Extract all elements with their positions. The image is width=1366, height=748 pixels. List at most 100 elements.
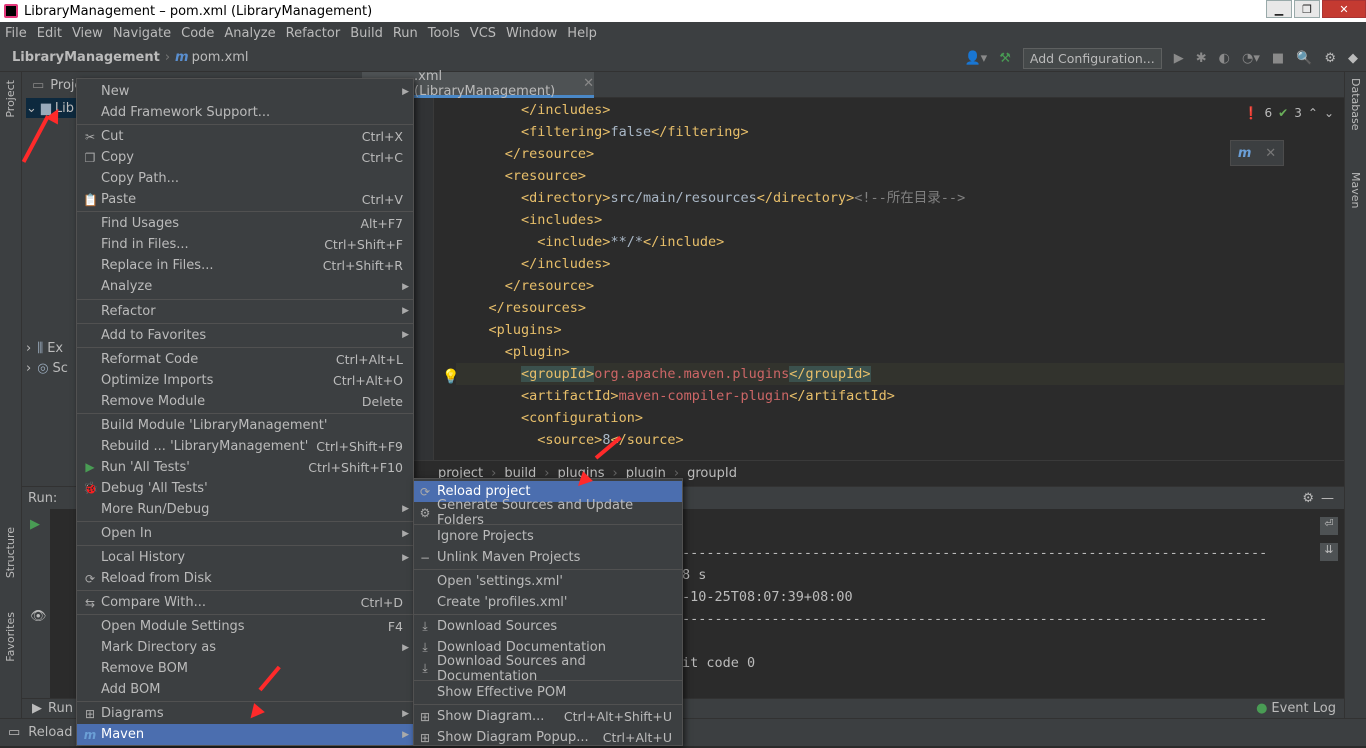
- menu-separator: [414, 704, 682, 705]
- tab-maven[interactable]: Maven: [1349, 172, 1362, 208]
- sub-download-sources-and-documentation[interactable]: ⤓ Download Sources and Documentation: [414, 654, 682, 684]
- menu-refactor[interactable]: Refactor: [281, 26, 346, 41]
- maven-reload-icon[interactable]: m: [1238, 146, 1252, 161]
- maximize-button[interactable]: ❐: [1294, 0, 1320, 18]
- coverage-icon[interactable]: ◐: [1219, 51, 1230, 66]
- sub-show-diagram[interactable]: ⊞ Show Diagram... Ctrl+Alt+Shift+U: [414, 706, 682, 727]
- menu-view[interactable]: View: [67, 26, 108, 41]
- close-button[interactable]: ✕: [1322, 0, 1366, 18]
- ctx-find-usages[interactable]: Find Usages Alt+F7: [77, 213, 413, 234]
- ctx-mark-directory-as[interactable]: Mark Directory as ▶: [77, 637, 413, 658]
- tab-project[interactable]: Project: [4, 80, 17, 118]
- build-hammer-icon[interactable]: ⚒: [999, 51, 1011, 66]
- debug-icon[interactable]: ✱: [1196, 51, 1207, 66]
- menu-run[interactable]: Run: [388, 26, 423, 41]
- ctx-remove-module[interactable]: Remove Module Delete: [77, 391, 413, 412]
- ctx-copy[interactable]: ❐ Copy Ctrl+C: [77, 147, 413, 168]
- menu-help[interactable]: Help: [562, 26, 602, 41]
- minimize-button[interactable]: ▁: [1266, 0, 1292, 18]
- tab-database[interactable]: Database: [1349, 78, 1362, 131]
- tab-structure[interactable]: Structure: [4, 527, 17, 578]
- menu-tools[interactable]: Tools: [423, 26, 465, 41]
- menu-item-label: Reload from Disk: [101, 571, 212, 587]
- sub-generate-sources-and-update-folders[interactable]: ⚙ Generate Sources and Update Folders: [414, 498, 682, 528]
- ctx-paste[interactable]: 📋 Paste Ctrl+V: [77, 189, 413, 210]
- ctx-rebuild-librarymanagement[interactable]: Rebuild ... 'LibraryManagement' Ctrl+Shif…: [77, 436, 413, 457]
- sub-ignore-projects[interactable]: Ignore Projects: [414, 526, 682, 547]
- ctx-add-framework-support[interactable]: Add Framework Support...: [77, 102, 413, 123]
- close-icon[interactable]: ✕: [1265, 146, 1276, 161]
- menu-code[interactable]: Code: [176, 26, 219, 41]
- ctx-replace-in-files[interactable]: Replace in Files... Ctrl+Shift+R: [77, 255, 413, 276]
- ctx-open-module-settings[interactable]: Open Module Settings F4: [77, 616, 413, 637]
- menu-file[interactable]: File: [0, 26, 32, 41]
- ctx-add-to-favorites[interactable]: Add to Favorites ▶: [77, 325, 413, 346]
- menu-item-shortcut: Ctrl+Shift+F: [324, 237, 403, 253]
- sub-unlink-maven-projects[interactable]: − Unlink Maven Projects: [414, 547, 682, 568]
- ctx-maven[interactable]: m Maven ▶: [77, 724, 413, 746]
- ctx-local-history[interactable]: Local History ▶: [77, 547, 413, 568]
- sub-download-sources[interactable]: ⤓ Download Sources: [414, 616, 682, 637]
- menu-navigate[interactable]: Navigate: [108, 26, 176, 41]
- search-icon[interactable]: 🔍: [1296, 51, 1312, 66]
- soft-wrap-icon[interactable]: ⏎: [1320, 517, 1338, 535]
- ctx-compare-with[interactable]: ⇆ Compare With... Ctrl+D: [77, 592, 413, 613]
- user-icon[interactable]: 👤▾: [964, 51, 987, 66]
- tree-item-scratches[interactable]: › ◎ Sc: [26, 358, 68, 378]
- tree-item-external-libraries[interactable]: › ⫼ Ex: [26, 338, 63, 358]
- menu-item-shortcut: Delete: [361, 393, 403, 409]
- nav-project[interactable]: LibraryManagement: [12, 50, 160, 65]
- ctx-run-all-tests[interactable]: ▶ Run 'All Tests' Ctrl+Shift+F10: [77, 457, 413, 478]
- sub-show-diagram-popup[interactable]: ⊞ Show Diagram Popup... Ctrl+Alt+U: [414, 727, 682, 748]
- ctx-analyze[interactable]: Analyze ▶: [77, 276, 413, 297]
- add-configuration-button[interactable]: Add Configuration...: [1022, 47, 1162, 69]
- close-icon[interactable]: ✕: [583, 76, 594, 91]
- ctx-more-run-debug[interactable]: More Run/Debug ▶: [77, 499, 413, 520]
- ctx-cut[interactable]: ✂ Cut Ctrl+X: [77, 126, 413, 147]
- sub-show-effective-pom[interactable]: Show Effective POM: [414, 682, 682, 703]
- menu-item-label: Show Diagram Popup...: [437, 730, 589, 745]
- inspections-widget[interactable]: ❗ 6 ✔ 3 ⌃ ⌄: [1244, 106, 1334, 120]
- tab-event-log[interactable]: ● Event Log: [1256, 701, 1336, 716]
- rerun-icon[interactable]: ▶: [30, 517, 40, 532]
- submenu-arrow-icon: ▶: [402, 330, 409, 341]
- ctx-debug-all-tests[interactable]: 🐞 Debug 'All Tests': [77, 478, 413, 499]
- run-icon[interactable]: ▶: [1174, 51, 1184, 66]
- ctx-reformat-code[interactable]: Reformat Code Ctrl+Alt+L: [77, 349, 413, 370]
- tab-run[interactable]: Run: [48, 701, 73, 716]
- ctx-build-module-librarymanagement[interactable]: Build Module 'LibraryManagement': [77, 415, 413, 436]
- eye-icon[interactable]: 👁: [30, 609, 47, 624]
- ctx-find-in-files[interactable]: Find in Files... Ctrl+Shift+F: [77, 234, 413, 255]
- profile-icon[interactable]: ◔▾: [1242, 51, 1260, 66]
- tab-favorites[interactable]: Favorites: [4, 612, 17, 662]
- menu-window[interactable]: Window: [501, 26, 562, 41]
- ctx-copy-path[interactable]: Copy Path...: [77, 168, 413, 189]
- sub-open-settings-xml[interactable]: Open 'settings.xml': [414, 571, 682, 592]
- ctx-refactor[interactable]: Refactor ▶: [77, 301, 413, 322]
- scroll-end-icon[interactable]: ⇊: [1320, 543, 1338, 561]
- breadcrumb-groupId[interactable]: groupId: [687, 466, 737, 481]
- menu-edit[interactable]: Edit: [32, 26, 67, 41]
- ctx-new[interactable]: New ▶: [77, 81, 413, 102]
- code-line: <resource>: [504, 168, 587, 184]
- gear-icon[interactable]: ⚙: [1302, 491, 1314, 506]
- chevron-up-icon[interactable]: ⌃: [1308, 106, 1318, 120]
- chevron-down-icon[interactable]: ⌄: [1324, 106, 1334, 120]
- sub-create-profiles-xml[interactable]: Create 'profiles.xml': [414, 592, 682, 613]
- submenu-arrow-icon: ▶: [402, 708, 409, 719]
- ctx-reload-from-disk[interactable]: ⟳ Reload from Disk: [77, 568, 413, 589]
- gear-icon[interactable]: ⚙: [1324, 51, 1336, 66]
- nav-file[interactable]: pom.xml: [192, 50, 249, 65]
- stop-icon[interactable]: ■: [1272, 51, 1284, 66]
- menu-build[interactable]: Build: [345, 26, 388, 41]
- menu-vcs[interactable]: VCS: [465, 26, 501, 41]
- menu-analyze[interactable]: Analyze: [219, 26, 280, 41]
- toolbox-icon[interactable]: ◆: [1348, 51, 1358, 66]
- ctx-open-in[interactable]: Open In ▶: [77, 523, 413, 544]
- ctx-remove-bom[interactable]: Remove BOM: [77, 658, 413, 679]
- intention-bulb-icon[interactable]: 💡: [442, 369, 459, 385]
- ctx-optimize-imports[interactable]: Optimize Imports Ctrl+Alt+O: [77, 370, 413, 391]
- maven-load-popup[interactable]: m ✕: [1230, 140, 1284, 166]
- minimize-icon[interactable]: —: [1321, 491, 1334, 506]
- code-view[interactable]: </includes> <filtering>false</filtering>…: [434, 98, 1344, 460]
